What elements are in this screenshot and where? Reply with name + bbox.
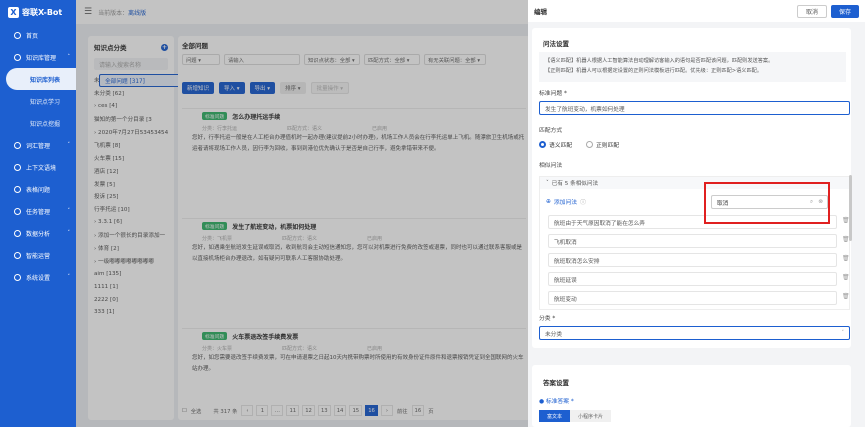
chart-icon bbox=[14, 229, 21, 237]
scrollbar[interactable] bbox=[849, 175, 852, 241]
similar-question-input[interactable]: 航班变动 bbox=[548, 291, 837, 305]
task-icon bbox=[14, 207, 21, 215]
chevron-icon: ˅ bbox=[67, 208, 71, 214]
chevron-down-icon: ˅ bbox=[546, 180, 549, 186]
radio-semantic[interactable]: 语义匹配 bbox=[539, 140, 572, 149]
sidebar: X 容联X-Bot 首页知识库管理 ˄ 知识库列表 知识点学习 知识点挖掘词汇管理 ˅ 上下文… bbox=[0, 0, 76, 427]
category-select[interactable]: 未分类 ˅ bbox=[539, 326, 850, 340]
add-similar-button[interactable]: ⊕ 添加问法 ⓘ bbox=[546, 197, 586, 207]
sidebar-item-label: 表格问题 bbox=[26, 186, 51, 194]
gear-icon bbox=[14, 273, 21, 281]
radio-off-icon bbox=[586, 141, 593, 148]
sidebar-item[interactable]: 知识库管理 ˄ bbox=[0, 46, 76, 68]
section-question-settings: 问法设置 bbox=[543, 40, 569, 48]
std-question-input[interactable]: 发生了航班变动，机票如何处理 bbox=[539, 101, 850, 115]
radio-regex-label: 正则匹配 bbox=[596, 143, 620, 149]
sidebar-item-label: 知识库管理 bbox=[26, 54, 57, 62]
sidebar-item-label: 词汇管理 bbox=[26, 142, 51, 150]
app-logo: X 容联X-Bot bbox=[0, 0, 76, 24]
cancel-button[interactable]: 取消 bbox=[796, 4, 827, 18]
tab-mini-program[interactable]: 小程序卡片 bbox=[570, 410, 612, 422]
desc-semantic: 【语义匹配】机器人根据人工智能算法自动理解访客输入的语句是否匹配该问题，匹配则发… bbox=[545, 58, 774, 64]
sidebar-subitem[interactable]: 知识点学习 bbox=[0, 90, 76, 112]
radio-on-icon bbox=[539, 141, 546, 148]
chevron-icon: ˅ bbox=[67, 274, 71, 280]
sidebar-item[interactable]: 数据分析 ˅ bbox=[0, 222, 76, 244]
ops-icon bbox=[14, 251, 21, 259]
highlight-box bbox=[704, 182, 830, 224]
sidebar-item-label: 数据分析 bbox=[26, 230, 51, 238]
table-icon bbox=[14, 185, 21, 193]
trash-icon[interactable]: 🗑 bbox=[842, 293, 850, 300]
desc-regex: 【正则匹配】机器人可以根据定设置的正则问法模板进行匹配。优先级：正则匹配>语义匹… bbox=[545, 68, 763, 74]
sidebar-item-label: 系统设置 bbox=[26, 274, 51, 282]
vocab-icon bbox=[14, 141, 21, 149]
similar-question-input[interactable]: 飞机取消 bbox=[548, 234, 837, 248]
similar-question-input[interactable]: 航班取消怎么安排 bbox=[548, 253, 837, 267]
chevron-down-icon: ˅ bbox=[841, 330, 845, 336]
sidebar-item-label: 智能运营 bbox=[26, 252, 51, 260]
radio-semantic-label: 语义匹配 bbox=[549, 143, 573, 149]
modal-overlay[interactable] bbox=[76, 0, 528, 427]
similar-count: 已有 5 条相似问法 bbox=[551, 181, 599, 187]
book-icon bbox=[14, 53, 21, 61]
save-button[interactable]: 保存 bbox=[830, 4, 859, 18]
chevron-icon: ˅ bbox=[67, 230, 71, 236]
sidebar-item-label: 任务管理 bbox=[26, 208, 51, 216]
home-icon bbox=[14, 31, 21, 39]
drawer-title: 编辑 bbox=[534, 8, 547, 16]
section-answer-settings: 答案设置 bbox=[543, 379, 569, 387]
chevron-icon: ˅ bbox=[67, 142, 71, 148]
radio-regex[interactable]: 正则匹配 bbox=[586, 140, 619, 149]
sidebar-item[interactable]: 表格问题 bbox=[0, 178, 76, 200]
sidebar-item-label: 首页 bbox=[26, 32, 39, 40]
sidebar-subitem[interactable]: 知识库列表 bbox=[6, 68, 76, 90]
context-icon bbox=[14, 163, 21, 171]
sidebar-item[interactable]: 系统设置 ˅ bbox=[0, 266, 76, 288]
plus-circle-icon: ⊕ bbox=[546, 198, 551, 205]
trash-icon[interactable]: 🗑 bbox=[842, 274, 850, 281]
category-label: 分类 * bbox=[539, 316, 556, 322]
sidebar-item[interactable]: 任务管理 ˅ bbox=[0, 200, 76, 222]
match-description: 【语义匹配】机器人根据人工智能算法自动理解访客输入的语句是否匹配该问题，匹配则发… bbox=[539, 52, 846, 82]
sidebar-item-label: 上下文语境 bbox=[26, 164, 57, 172]
match-type-label: 匹配方式 bbox=[539, 128, 563, 134]
std-question-label: 标准问题 * bbox=[539, 91, 567, 97]
info-icon: ⓘ bbox=[580, 200, 586, 206]
tab-rich-text[interactable]: 富文本 bbox=[539, 410, 571, 422]
category-value: 未分类 bbox=[545, 331, 563, 338]
sidebar-item[interactable]: 词汇管理 ˅ bbox=[0, 134, 76, 156]
similar-question-input[interactable]: 航班延误 bbox=[548, 272, 837, 286]
trash-icon[interactable]: 🗑 bbox=[842, 255, 850, 262]
sidebar-item[interactable]: 智能运营 bbox=[0, 244, 76, 266]
chevron-icon: ˄ bbox=[67, 54, 71, 60]
app-title: 容联X-Bot bbox=[22, 7, 63, 17]
logo-icon: X bbox=[8, 6, 19, 18]
std-answer-label: ● 标准答案 * bbox=[539, 399, 574, 405]
similar-label: 相似问法 bbox=[539, 163, 563, 169]
sidebar-subitem[interactable]: 知识点挖掘 bbox=[0, 112, 76, 134]
add-similar-label: 添加问法 bbox=[553, 200, 578, 206]
sidebar-item[interactable]: 首页 bbox=[0, 24, 76, 46]
sidebar-item[interactable]: 上下文语境 bbox=[0, 156, 76, 178]
